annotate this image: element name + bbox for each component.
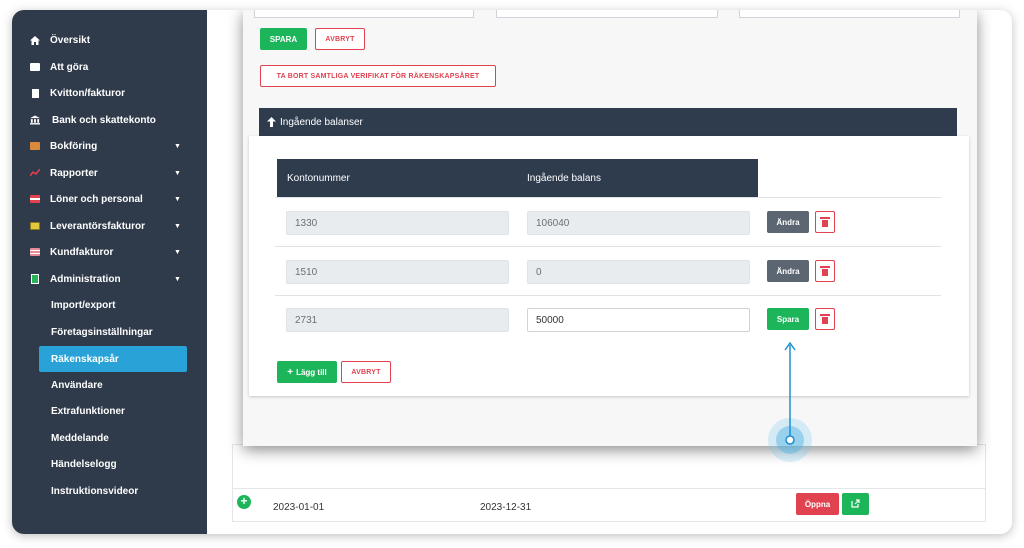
column-header-ingaende-balans: Ingående balans (517, 159, 758, 197)
edit-button[interactable]: Ändra (767, 260, 809, 282)
save-row-button[interactable]: Spara (767, 308, 809, 330)
sidebar-item-label: Översikt (50, 34, 91, 46)
admin-icon (30, 274, 40, 284)
sidebar-subitem-instruktionsvideor[interactable]: Instruktionsvideor (12, 479, 207, 503)
table-row (232, 444, 986, 488)
sidebar-item-label: Bank och skattekonto (52, 114, 156, 126)
delete-row-button[interactable] (815, 211, 835, 233)
sidebar-item-label: Leverantörsfakturor (50, 220, 146, 232)
list-icon (30, 62, 40, 72)
chevron-down-icon: ▼ (174, 142, 181, 150)
chevron-down-icon: ▼ (174, 169, 181, 177)
sidebar-item-rapporter[interactable]: Rapporter ▼ (12, 161, 207, 185)
chevron-down-icon: ▼ (174, 195, 181, 203)
sidebar-item-label: Rapporter (50, 167, 98, 179)
sidebar: Översikt Att göra Kvitton/fakturor Bank … (12, 10, 207, 534)
balance-field[interactable]: 0 (527, 260, 750, 284)
sidebar-subitem-label: Företagsinställningar (51, 326, 153, 338)
chevron-down-icon: ▼ (174, 275, 181, 283)
modal-input-1[interactable] (254, 10, 474, 18)
sidebar-item-label: Bokföring (50, 140, 98, 152)
sidebar-subitem-label: Räkenskapsår (51, 353, 119, 365)
sidebar-subitem-label: Händelselogg (51, 458, 117, 470)
sidebar-item-leverantorsfakturor[interactable]: Leverantörsfakturor ▼ (12, 214, 207, 238)
external-link-button[interactable] (842, 493, 869, 515)
delete-all-vouchers-button[interactable]: TA BORT SAMTLIGA VERIFIKAT FÖR RÄKENSKAP… (260, 65, 496, 87)
sidebar-subitem-meddelande[interactable]: Meddelande (12, 426, 207, 450)
customer-invoice-icon (30, 247, 40, 257)
sidebar-item-label: Administration (50, 273, 121, 285)
balance-field[interactable]: 106040 (527, 211, 750, 235)
sidebar-item-oversikt[interactable]: Översikt (12, 28, 207, 52)
modal-input-3[interactable] (739, 10, 960, 18)
cancel-button[interactable]: AVBRYT (315, 28, 365, 50)
sidebar-item-kundfakturor[interactable]: Kundfakturor ▼ (12, 240, 207, 264)
save-button[interactable]: SPARA (260, 28, 307, 50)
expand-plus-icon[interactable]: + (237, 495, 251, 509)
panel-title: Ingående balanser (280, 116, 363, 128)
sidebar-subitem-import-export[interactable]: Import/export (12, 293, 207, 317)
sidebar-subitem-rakenskapsar[interactable]: Räkenskapsår (39, 346, 187, 372)
sidebar-item-kvitton[interactable]: Kvitton/fakturor (12, 81, 207, 105)
sidebar-subitem-label: Import/export (51, 299, 116, 311)
sidebar-subitem-label: Extrafunktioner (51, 405, 125, 417)
chevron-down-icon: ▼ (174, 248, 181, 256)
row-divider (275, 246, 941, 247)
row-divider (275, 197, 941, 198)
sidebar-item-label: Kundfakturor (50, 246, 114, 258)
invoice-icon (30, 221, 40, 231)
receipt-icon (30, 88, 40, 98)
fiscal-year-end: 2023-12-31 (480, 502, 532, 513)
column-header-kontonummer: Kontonummer (277, 159, 517, 197)
sidebar-item-bokforing[interactable]: Bokföring ▼ (12, 134, 207, 158)
trash-icon (820, 314, 830, 324)
sidebar-item-loner[interactable]: Löner och personal ▼ (12, 187, 207, 211)
external-link-icon (851, 495, 860, 513)
delete-row-button[interactable] (815, 260, 835, 282)
sidebar-subitem-label: Meddelande (51, 432, 109, 444)
click-indicator (768, 341, 812, 462)
arrow-up-icon (267, 117, 276, 127)
open-button[interactable]: Öppna (796, 493, 839, 515)
fiscal-year-modal: SPARA AVBRYT TA BORT SAMTLIGA VERIFIKAT … (243, 10, 977, 446)
chart-icon (30, 168, 40, 178)
card-icon (30, 194, 40, 204)
sidebar-subitem-anvandare[interactable]: Användare (12, 373, 207, 397)
opening-balances-header[interactable]: Ingående balanser (259, 108, 957, 136)
add-row-button[interactable]: + Lägg till (277, 361, 337, 383)
add-row-label: Lägg till (296, 367, 327, 377)
sidebar-subitem-handelselogg[interactable]: Händelselogg (12, 452, 207, 476)
ledger-icon (30, 141, 40, 151)
row-divider (275, 295, 941, 296)
sidebar-item-label: Kvitton/fakturor (50, 87, 125, 99)
sidebar-subitem-extrafunktioner[interactable]: Extrafunktioner (12, 399, 207, 423)
account-number-field[interactable]: 2731 (286, 308, 509, 332)
sidebar-subitem-label: Instruktionsvideor (51, 485, 139, 497)
sidebar-subitem-label: Användare (51, 379, 103, 391)
app-window: Översikt Att göra Kvitton/fakturor Bank … (12, 10, 1012, 534)
sidebar-item-administration[interactable]: Administration ▼ (12, 267, 207, 291)
fiscal-year-start: 2023-01-01 (273, 502, 325, 513)
sidebar-item-label: Löner och personal (50, 193, 143, 205)
home-icon (30, 35, 40, 45)
cancel-add-button[interactable]: AVBRYT (341, 361, 391, 383)
chevron-down-icon: ▼ (174, 222, 181, 230)
edit-button[interactable]: Ändra (767, 211, 809, 233)
main-content: + 2023-01-01 2023-12-31 Öppna SPARA AVBR… (207, 10, 1012, 534)
sidebar-item-bank[interactable]: Bank och skattekonto (12, 108, 207, 132)
plus-icon: + (287, 366, 294, 378)
sidebar-subitem-foretagsinstallningar[interactable]: Företagsinställningar (12, 320, 207, 344)
modal-input-2[interactable] (496, 10, 718, 18)
bank-icon (30, 115, 40, 125)
trash-icon (820, 217, 830, 227)
account-number-field[interactable]: 1330 (286, 211, 509, 235)
trash-icon (820, 266, 830, 276)
account-number-field[interactable]: 1510 (286, 260, 509, 284)
balance-input[interactable]: 50000 (527, 308, 750, 332)
sidebar-item-att-gora[interactable]: Att göra (12, 55, 207, 79)
sidebar-item-label: Att göra (50, 61, 89, 73)
fiscal-year-row: + (232, 488, 986, 522)
delete-row-button[interactable] (815, 308, 835, 330)
